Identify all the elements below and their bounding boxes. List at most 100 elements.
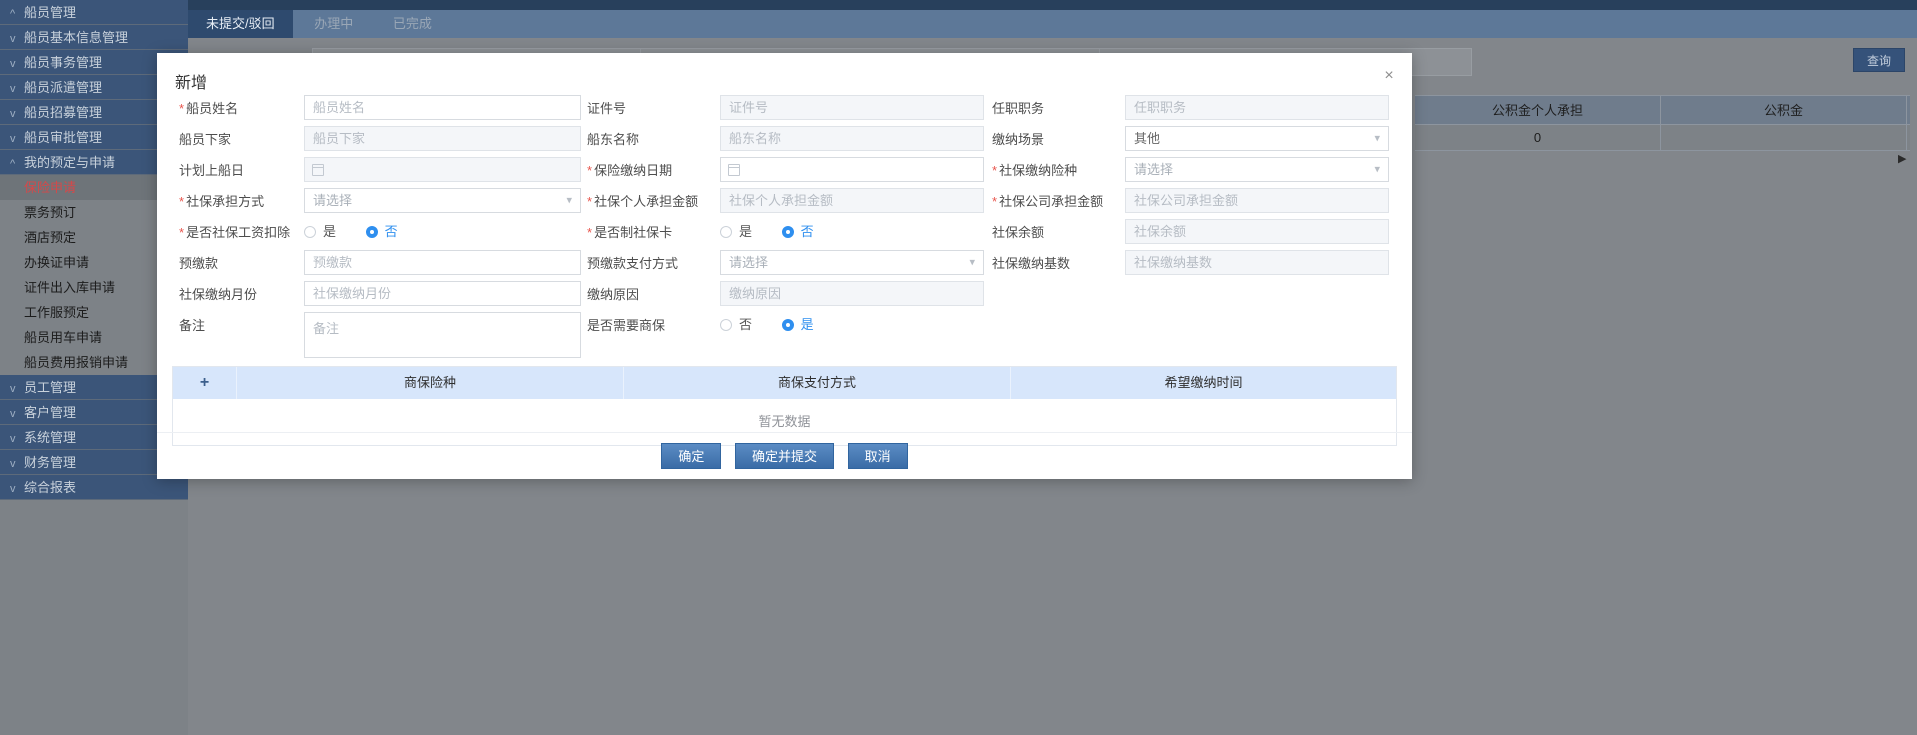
sidebar-group-label: 员工管理 xyxy=(24,380,77,395)
prepayment-input[interactable]: 预缴款 xyxy=(304,250,581,275)
social-insurance-type-select[interactable]: 请选择 ▾ xyxy=(1125,157,1389,182)
chevron-down-icon: v xyxy=(10,483,16,495)
field-label: 缴纳原因 xyxy=(587,287,640,302)
social-balance-input[interactable]: 社保余额 xyxy=(1125,219,1389,244)
payment-scenario-select[interactable]: 其他 ▾ xyxy=(1125,126,1389,151)
chevron-down-icon: v xyxy=(10,458,16,470)
chevron-down-icon: ▾ xyxy=(1374,163,1380,175)
field-control: 社保缴纳基数 xyxy=(1125,250,1389,275)
radio-dot-icon xyxy=(781,319,794,331)
dialog-title: 新增 xyxy=(175,75,208,92)
chevron-up-icon: ^ xyxy=(10,8,16,20)
field-label: 预缴款 xyxy=(179,256,219,271)
field-label: * 船员姓名 xyxy=(179,101,239,116)
planned-boarding-date-input[interactable] xyxy=(304,157,581,182)
form-row: 备注 备注 是否需要商保 否 是 xyxy=(157,312,1412,364)
add-row-button[interactable]: + xyxy=(173,367,237,399)
cancel-button[interactable]: 取消 xyxy=(847,443,908,469)
insurance-payment-date-input[interactable] xyxy=(720,157,984,182)
tab-in-progress[interactable]: 办理中 xyxy=(296,10,371,38)
crew-name-input[interactable]: 船员姓名 xyxy=(304,95,581,120)
sidebar-group-label: 客户管理 xyxy=(24,405,77,420)
required-asterisk: * xyxy=(992,194,998,209)
sidebar-group-0[interactable]: ^ 船员管理 xyxy=(0,0,188,25)
field-control xyxy=(304,157,581,182)
company-amount-input[interactable]: 社保公司承担金额 xyxy=(1125,188,1389,213)
radio-no[interactable]: 否 xyxy=(365,219,398,244)
sidebar-group-label: 船员基本信息管理 xyxy=(24,30,129,45)
radio-dot-icon xyxy=(720,319,732,331)
sidebar-group-1[interactable]: v 船员基本信息管理 xyxy=(0,25,188,50)
calendar-icon xyxy=(312,163,324,176)
field-control: 请选择 ▾ xyxy=(1125,157,1389,182)
radio-yes[interactable]: 是 xyxy=(781,312,814,337)
bg-cell-0: 0 xyxy=(1415,125,1661,151)
crew-downstream-input[interactable]: 船员下家 xyxy=(304,126,581,151)
field-label: * 是否制社保卡 xyxy=(587,225,673,240)
field-control: 请选择 ▾ xyxy=(720,250,984,275)
tab-completed[interactable]: 已完成 xyxy=(375,10,450,38)
field-label: 船员下家 xyxy=(179,132,232,147)
background-grid-row: 0 xyxy=(1415,125,1910,151)
app-root: ^ 船员管理 v 船员基本信息管理 v 船员事务管理 v 船员派遣管理 v 船员招募管理 … xyxy=(0,0,1917,735)
confirm-button[interactable]: 确定 xyxy=(661,443,722,469)
shipowner-name-input[interactable]: 船东名称 xyxy=(720,126,984,151)
social-insurance-base-input[interactable]: 社保缴纳基数 xyxy=(1125,250,1389,275)
column-header-payment-method: 商保支付方式 xyxy=(624,367,1011,399)
chevron-down-icon: ▾ xyxy=(566,194,572,206)
field-control: 社保余额 xyxy=(1125,219,1389,244)
radio-label: 否 xyxy=(739,317,753,332)
position-input[interactable]: 任职职务 xyxy=(1125,95,1389,120)
field-label: * 社保承担方式 xyxy=(179,194,265,209)
form-row: 社保缴纳月份 社保缴纳月份 缴纳原因 缴纳原因 xyxy=(157,281,1412,312)
background-grid-header: 公积金个人承担 公积金 xyxy=(1415,95,1910,126)
query-button[interactable]: 查询 xyxy=(1853,48,1905,72)
confirm-and-submit-button[interactable]: 确定并提交 xyxy=(734,443,834,469)
sidebar-filler xyxy=(0,500,188,735)
field-label: 计划上船日 xyxy=(179,163,245,178)
tab-unsubmitted[interactable]: 未提交/驳回 xyxy=(188,10,293,38)
chevron-down-icon: v xyxy=(10,433,16,445)
field-label: 缴纳场景 xyxy=(992,132,1045,147)
field-control: 社保公司承担金额 xyxy=(1125,188,1389,213)
close-icon[interactable]: × xyxy=(1380,67,1398,85)
personal-amount-input[interactable]: 社保个人承担金额 xyxy=(720,188,984,213)
payment-month-input[interactable]: 社保缴纳月份 xyxy=(304,281,581,306)
radio-yes[interactable]: 是 xyxy=(304,219,336,244)
field-control: 社保个人承担金额 xyxy=(720,188,984,213)
radio-no[interactable]: 否 xyxy=(781,219,814,244)
field-label: * 社保公司承担金额 xyxy=(992,194,1104,209)
field-label: 社保余额 xyxy=(992,225,1045,240)
sidebar-group-label: 船员招募管理 xyxy=(24,105,103,120)
radio-yes[interactable]: 是 xyxy=(720,219,752,244)
chevron-down-icon: ▾ xyxy=(969,256,975,268)
chevron-down-icon: v xyxy=(10,133,16,145)
field-label: 任职职务 xyxy=(992,101,1045,116)
insurance-form: * 船员姓名 船员姓名 证件号 证件号 任职职务 任职职务 船员下家 船员下家 … xyxy=(157,95,1412,364)
prepayment-method-select[interactable]: 请选择 ▾ xyxy=(720,250,984,275)
required-asterisk: * xyxy=(179,101,185,116)
chevron-down-icon: ▾ xyxy=(1374,132,1380,144)
radio-dot-icon xyxy=(781,226,794,238)
payment-reason-input[interactable]: 缴纳原因 xyxy=(720,281,984,306)
sidebar-group-label: 财务管理 xyxy=(24,455,77,470)
form-row: * 船员姓名 船员姓名 证件号 证件号 任职职务 任职职务 xyxy=(157,95,1412,126)
field-label: 证件号 xyxy=(587,101,627,116)
scroll-right-arrow-icon[interactable]: ▶ xyxy=(1898,152,1906,165)
burden-method-select[interactable]: 请选择 ▾ xyxy=(304,188,581,213)
field-control: 证件号 xyxy=(720,95,984,120)
sidebar-sub-label: 船员用车申请 xyxy=(24,330,103,345)
radio-dot-icon xyxy=(304,226,316,238)
field-control: 备注 xyxy=(304,312,581,358)
sidebar-sub-label: 工作服预定 xyxy=(24,305,90,320)
sidebar-sub-label: 办换证申请 xyxy=(24,255,90,270)
remarks-textarea[interactable]: 备注 xyxy=(304,312,581,358)
sidebar-sub-label: 证件出入库申请 xyxy=(24,280,116,295)
radio-label: 否 xyxy=(800,224,814,239)
field-label: 社保缴纳基数 xyxy=(992,256,1071,271)
radio-label: 是 xyxy=(800,317,814,332)
field-control: 其他 ▾ xyxy=(1125,126,1389,151)
id-number-input[interactable]: 证件号 xyxy=(720,95,984,120)
radio-no[interactable]: 否 xyxy=(720,312,752,337)
field-control xyxy=(720,157,984,182)
